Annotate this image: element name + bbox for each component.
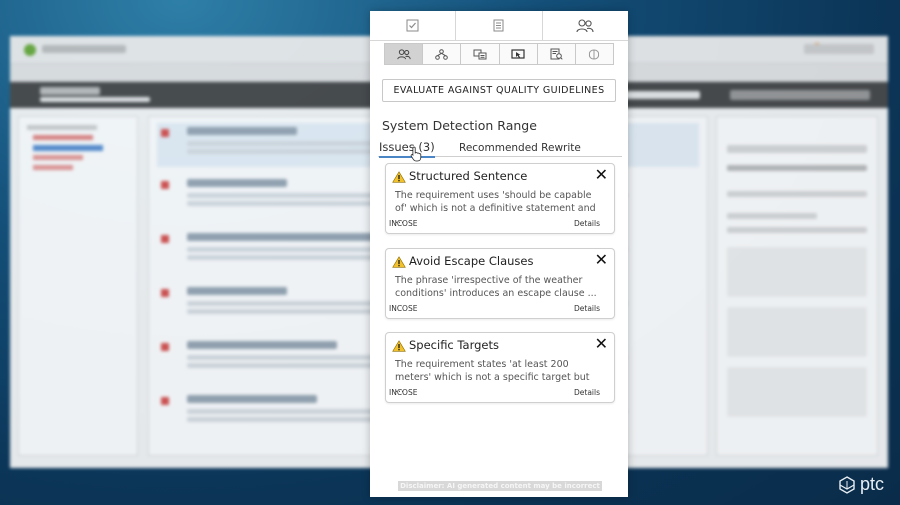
compare-icon — [473, 49, 487, 59]
subtab-document-search[interactable] — [537, 44, 576, 64]
background-user — [804, 44, 874, 54]
ptc-logo-icon — [839, 475, 855, 494]
close-icon[interactable]: ✕ — [595, 167, 608, 183]
background-side-panel — [716, 116, 878, 456]
details-link[interactable]: Details — [574, 304, 600, 313]
background-logo-text — [42, 45, 126, 53]
warning-icon — [392, 256, 406, 268]
tab-recommended-rewrite[interactable]: Recommended Rewrite — [459, 142, 581, 156]
requirement-title: System Detection Range — [382, 118, 537, 133]
warning-icon — [392, 171, 406, 183]
ai-disclaimer: Disclaimer: AI generated content may be … — [398, 481, 602, 491]
subtab-users[interactable] — [385, 44, 424, 64]
mouse-cursor-icon — [410, 146, 422, 162]
users-icon — [396, 48, 411, 59]
background-logo-icon — [24, 44, 36, 56]
details-link[interactable]: Details — [574, 388, 600, 397]
issue-source: INCOSE — [389, 219, 418, 228]
quality-guidelines-panel: EVALUATE AGAINST QUALITY GUIDELINES Syst… — [370, 11, 628, 497]
subtab-compare[interactable] — [461, 44, 500, 64]
issue-title: Avoid Escape Clauses — [409, 254, 534, 268]
brain-icon — [589, 48, 600, 60]
issue-source: INCOSE — [389, 304, 418, 313]
tab-checklist[interactable] — [370, 11, 457, 40]
close-icon[interactable]: ✕ — [595, 336, 608, 352]
tab-document[interactable] — [456, 11, 543, 40]
brand-name: ptc — [859, 474, 884, 494]
tab-users[interactable] — [543, 11, 628, 40]
subtab-hierarchy[interactable] — [423, 44, 462, 64]
issue-source: INCOSE — [389, 388, 418, 397]
evaluate-button[interactable]: EVALUATE AGAINST QUALITY GUIDELINES — [382, 79, 616, 102]
issue-card: Structured Sentence ✕ The requirement us… — [385, 163, 615, 234]
top-tab-bar — [370, 11, 628, 41]
sub-tab-bar — [384, 43, 614, 65]
checkbox-icon — [406, 19, 419, 32]
details-link[interactable]: Details — [574, 219, 600, 228]
tab-issues[interactable]: Issues (3) — [379, 140, 435, 158]
issue-description: The requirement uses 'should be capable … — [395, 190, 596, 226]
ptc-logo: ptc — [838, 474, 884, 495]
document-search-icon — [550, 48, 563, 60]
issue-card: Avoid Escape Clauses ✕ The phrase 'irres… — [385, 248, 615, 319]
screen-cursor-icon — [511, 48, 525, 59]
hierarchy-icon — [435, 48, 449, 60]
users-icon — [576, 18, 594, 32]
issue-description: The requirement states 'at least 200 met… — [395, 359, 590, 395]
document-icon — [493, 19, 504, 32]
issue-title: Specific Targets — [409, 338, 499, 352]
close-icon[interactable]: ✕ — [595, 252, 608, 268]
background-tree — [18, 116, 138, 456]
subtab-screen[interactable] — [499, 44, 538, 64]
issue-card: Specific Targets ✕ The requirement state… — [385, 332, 615, 403]
issue-description: The phrase 'irrespective of the weather … — [395, 275, 597, 299]
warning-icon — [392, 340, 406, 352]
issue-title: Structured Sentence — [409, 169, 528, 183]
subtab-brain[interactable] — [575, 44, 614, 64]
